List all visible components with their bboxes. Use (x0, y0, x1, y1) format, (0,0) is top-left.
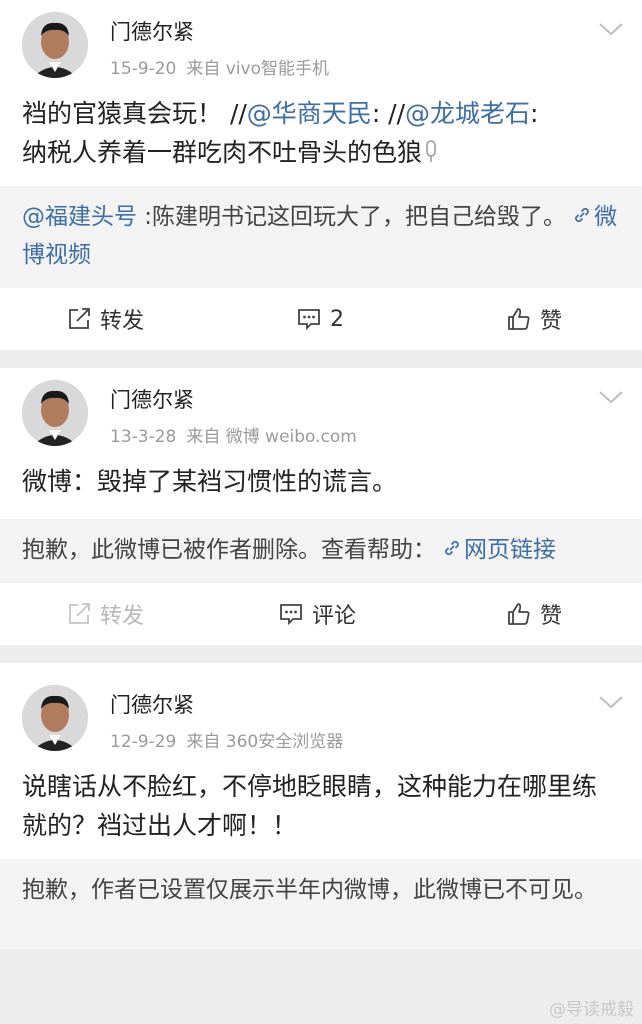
repost-button[interactable]: 转发 (66, 288, 144, 350)
share-icon (69, 308, 90, 329)
link-icon (575, 207, 589, 223)
author-name[interactable]: 门德尔紧 (110, 384, 194, 414)
watermark: @导读戒毅 (549, 1000, 634, 1020)
avatar[interactable] (22, 380, 88, 446)
mention-link[interactable]: @华商天民 (247, 99, 372, 128)
post-meta: 15-9-20 来自 vivo智能手机 (110, 54, 329, 79)
text-segment: : // (371, 99, 406, 128)
post-source: 来自 微博 weibo.com (186, 427, 357, 447)
author-name[interactable]: 门德尔紧 (110, 16, 194, 46)
post-header: 门德尔紧 12-9-29 来自 360安全浏览器 (0, 679, 642, 759)
avatar-portrait-icon (22, 685, 88, 751)
post-text: 裆的官猿真会玩！ //@华商天民: //@龙城老石: 纳税人养着一群吃肉不吐骨头… (0, 86, 642, 186)
comment-icon (298, 309, 320, 331)
repost-block[interactable]: @福建头号 :陈建明书记这回玩大了，把自己给毁了。 微博视频 (0, 186, 642, 288)
share-icon (69, 603, 90, 624)
avatar[interactable] (22, 685, 88, 751)
author-name[interactable]: 门德尔紧 (110, 689, 194, 719)
like-label: 赞 (540, 309, 563, 334)
thumbs-up-icon (508, 603, 530, 625)
post-text: 说瞎话从不脸红，不停地眨眼睛，这种能力在哪里练就的？裆过出人才啊！！ (22, 772, 598, 840)
avatar[interactable] (22, 12, 88, 78)
repost-label: 转发 (100, 309, 145, 334)
notice-text: 抱歉，此微博已被作者删除。查看帮助： (22, 537, 436, 563)
separator (0, 350, 642, 368)
avatar-portrait-icon (22, 380, 88, 446)
comment-button[interactable]: 评论 (278, 583, 356, 645)
post-meta: 12-9-29 来自 360安全浏览器 (110, 727, 343, 752)
avatar-portrait-icon (22, 12, 88, 78)
chevron-down-icon[interactable] (596, 18, 626, 40)
post-date: 13-3-28 (110, 427, 177, 447)
comment-label: 评论 (312, 604, 357, 629)
chevron-down-icon[interactable] (596, 386, 626, 408)
hidden-notice: 抱歉，作者已设置仅展示半年内微博，此微博已不可见。 (0, 859, 642, 949)
comment-button[interactable]: 2 (296, 288, 344, 350)
post-text: 微博：毁掉了某裆习惯性的谎言。 (22, 467, 398, 496)
like-label: 赞 (540, 604, 563, 629)
repost-text: :陈建明书记这回玩大了，把自己给毁了。 (137, 204, 567, 230)
post-date: 12-9-29 (110, 732, 177, 752)
like-button[interactable]: 赞 (506, 583, 562, 645)
post-header: 门德尔紧 13-3-28 来自 微博 weibo.com (0, 374, 642, 454)
post-source: 来自 360安全浏览器 (186, 732, 344, 752)
microphone-icon (426, 140, 436, 162)
weibo-post-3: 门德尔紧 12-9-29 来自 360安全浏览器 说瞎话从不脸红，不停地眨眼睛，这… (0, 663, 642, 949)
repost-button: 转发 (66, 583, 144, 645)
comment-icon (280, 604, 302, 626)
separator (0, 645, 642, 663)
chevron-down-icon[interactable] (596, 691, 626, 713)
like-button[interactable]: 赞 (506, 288, 562, 350)
post-source: 来自 vivo智能手机 (186, 59, 330, 79)
text-segment: 裆的官猿真会玩！ // (22, 99, 247, 128)
repost-label: 转发 (100, 604, 145, 629)
weibo-post-1: 门德尔紧 15-9-20 来自 vivo智能手机 裆的官猿真会玩！ //@华商天民… (0, 0, 642, 350)
comment-count: 2 (330, 306, 344, 332)
link-icon (445, 540, 459, 556)
mention-link[interactable]: @福建头号 (22, 204, 137, 230)
post-date: 15-9-20 (110, 59, 177, 79)
deleted-notice: 抱歉，此微博已被作者删除。查看帮助： 网页链接 (0, 519, 642, 583)
thumbs-up-icon (508, 308, 530, 330)
post-meta: 13-3-28 来自 微博 weibo.com (110, 422, 357, 447)
action-bar: 转发 2 赞 (0, 288, 642, 350)
weibo-post-2: 门德尔紧 13-3-28 来自 微博 weibo.com 微博：毁掉了某裆习惯性的… (0, 368, 642, 645)
action-bar: 转发 评论 赞 (0, 583, 642, 645)
help-link[interactable]: 网页链接 (464, 537, 556, 563)
mention-link[interactable]: @龙城老石 (405, 99, 530, 128)
post-header: 门德尔紧 15-9-20 来自 vivo智能手机 (0, 6, 642, 86)
